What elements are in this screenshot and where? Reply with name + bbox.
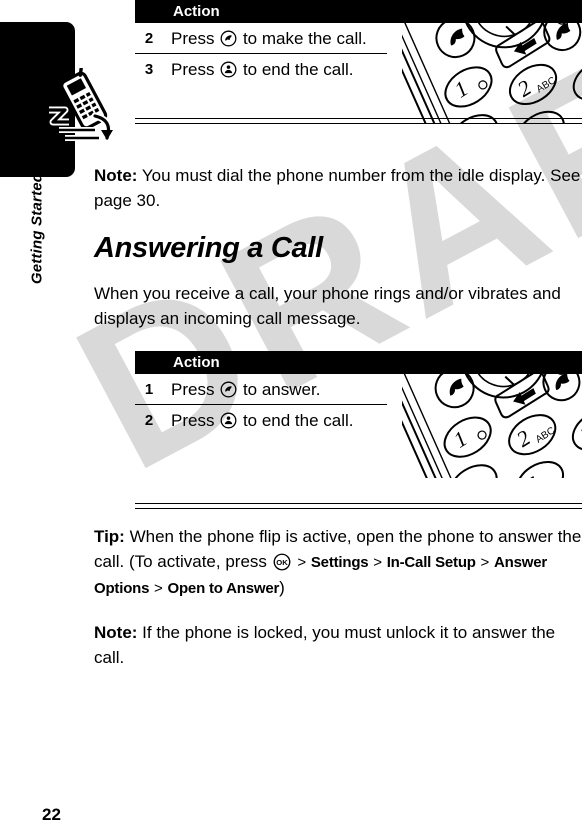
note-1-label: Note:	[94, 166, 138, 185]
step-number: 1	[144, 381, 154, 398]
step-text: Press to answer.	[163, 379, 320, 401]
svg-text:GHI: GHI	[475, 477, 496, 478]
svg-text:1: 1	[449, 426, 472, 453]
svg-text:ABC: ABC	[534, 425, 557, 445]
svg-text:1: 1	[450, 75, 473, 102]
page-title: Answering a Call	[94, 232, 323, 264]
end-key-icon	[220, 412, 237, 429]
menu-separator: >	[297, 554, 307, 571]
menu-separator: >	[480, 554, 490, 571]
step-number: 3	[144, 61, 154, 78]
note-2-text: If the phone is locked, you must unlock …	[94, 623, 556, 667]
note-1-text: You must dial the phone number from the …	[94, 166, 581, 210]
phone-keypad-illustration: 1 2 ABC 3 4 GHI 5 7	[402, 18, 582, 124]
end-key-icon	[220, 61, 237, 78]
step-text-after: to end the call.	[242, 60, 354, 79]
step-text-after: to end the call.	[242, 411, 354, 430]
svg-text:2: 2	[513, 75, 536, 102]
tip-label: Tip:	[94, 527, 125, 546]
table-2-bottom-rule	[135, 503, 582, 509]
svg-text:2: 2	[512, 425, 535, 452]
note-2: Note: If the phone is locked, you must u…	[94, 620, 582, 670]
step-number: 2	[144, 30, 154, 47]
step-text: Press to end the call.	[163, 59, 354, 81]
step-number: 2	[144, 412, 154, 429]
step-text-before: Press	[171, 411, 215, 430]
step-text: Press to end the call.	[163, 410, 354, 432]
section-intro: When you receive a call, your phone ring…	[94, 284, 561, 328]
note-2-label: Note:	[94, 623, 138, 642]
send-key-icon	[220, 381, 237, 398]
svg-text:ABC: ABC	[535, 75, 558, 95]
step-text: Press to make the call.	[163, 28, 367, 50]
tip-closing-paren: )	[279, 578, 285, 597]
chapter-label: Getting Started	[28, 172, 46, 285]
send-key-icon	[220, 30, 237, 47]
ok-key-icon: OK	[273, 553, 291, 571]
step-text-after: to answer.	[242, 380, 321, 399]
menu-item-open-to-answer: Open to Answer	[167, 580, 280, 597]
page-number: 22	[42, 805, 61, 824]
note-1: Note: You must dial the phone number fro…	[94, 163, 582, 213]
step-text-before: Press	[171, 60, 215, 79]
phone-keypad-illustration: 1 2 ABC 3 4 GHI 5 7	[402, 368, 582, 478]
step-text-before: Press	[171, 29, 215, 48]
step-text-before: Press	[171, 380, 215, 399]
phone-ringing-icon	[43, 61, 121, 144]
menu-separator: >	[154, 580, 163, 597]
step-text-after: to make the call.	[242, 29, 367, 48]
menu-item-in-call-setup: In-Call Setup	[386, 554, 476, 571]
tip-paragraph: Tip: When the phone flip is active, open…	[94, 524, 582, 601]
menu-separator: >	[373, 554, 382, 571]
menu-item-settings: Settings	[310, 554, 369, 571]
svg-text:OK: OK	[276, 558, 288, 567]
